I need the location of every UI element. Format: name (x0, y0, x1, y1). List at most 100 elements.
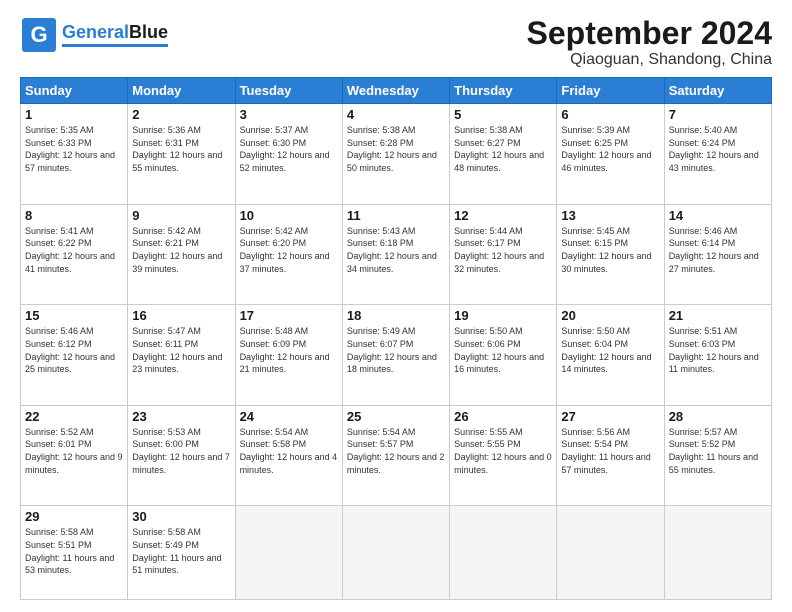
calendar-cell (235, 506, 342, 600)
svg-text:G: G (30, 22, 47, 47)
day-info: Sunrise: 5:46 AM Sunset: 6:12 PM Dayligh… (25, 325, 123, 375)
calendar-cell: 20 Sunrise: 5:50 AM Sunset: 6:04 PM Dayl… (557, 305, 664, 406)
day-number: 3 (240, 107, 338, 122)
calendar-cell: 7 Sunrise: 5:40 AM Sunset: 6:24 PM Dayli… (664, 104, 771, 205)
day-number: 16 (132, 308, 230, 323)
day-info: Sunrise: 5:53 AM Sunset: 6:00 PM Dayligh… (132, 426, 230, 476)
day-number: 4 (347, 107, 445, 122)
calendar-cell: 28 Sunrise: 5:57 AM Sunset: 5:52 PM Dayl… (664, 405, 771, 506)
day-info: Sunrise: 5:56 AM Sunset: 5:54 PM Dayligh… (561, 426, 659, 476)
calendar-cell: 22 Sunrise: 5:52 AM Sunset: 6:01 PM Dayl… (21, 405, 128, 506)
calendar-cell: 13 Sunrise: 5:45 AM Sunset: 6:15 PM Dayl… (557, 204, 664, 305)
calendar-cell: 9 Sunrise: 5:42 AM Sunset: 6:21 PM Dayli… (128, 204, 235, 305)
calendar-week-4: 22 Sunrise: 5:52 AM Sunset: 6:01 PM Dayl… (21, 405, 772, 506)
calendar-cell: 14 Sunrise: 5:46 AM Sunset: 6:14 PM Dayl… (664, 204, 771, 305)
calendar-cell: 1 Sunrise: 5:35 AM Sunset: 6:33 PM Dayli… (21, 104, 128, 205)
day-number: 7 (669, 107, 767, 122)
day-info: Sunrise: 5:57 AM Sunset: 5:52 PM Dayligh… (669, 426, 767, 476)
day-info: Sunrise: 5:39 AM Sunset: 6:25 PM Dayligh… (561, 124, 659, 174)
calendar-cell: 11 Sunrise: 5:43 AM Sunset: 6:18 PM Dayl… (342, 204, 449, 305)
day-info: Sunrise: 5:42 AM Sunset: 6:20 PM Dayligh… (240, 225, 338, 275)
calendar-cell: 16 Sunrise: 5:47 AM Sunset: 6:11 PM Dayl… (128, 305, 235, 406)
day-info: Sunrise: 5:58 AM Sunset: 5:51 PM Dayligh… (25, 526, 123, 576)
calendar-cell: 5 Sunrise: 5:38 AM Sunset: 6:27 PM Dayli… (450, 104, 557, 205)
day-info: Sunrise: 5:49 AM Sunset: 6:07 PM Dayligh… (347, 325, 445, 375)
day-info: Sunrise: 5:40 AM Sunset: 6:24 PM Dayligh… (669, 124, 767, 174)
day-info: Sunrise: 5:42 AM Sunset: 6:21 PM Dayligh… (132, 225, 230, 275)
calendar-cell: 19 Sunrise: 5:50 AM Sunset: 6:06 PM Dayl… (450, 305, 557, 406)
day-number: 11 (347, 208, 445, 223)
calendar-cell: 3 Sunrise: 5:37 AM Sunset: 6:30 PM Dayli… (235, 104, 342, 205)
day-info: Sunrise: 5:45 AM Sunset: 6:15 PM Dayligh… (561, 225, 659, 275)
day-info: Sunrise: 5:51 AM Sunset: 6:03 PM Dayligh… (669, 325, 767, 375)
day-number: 29 (25, 509, 123, 524)
logo-icon: G (20, 16, 58, 54)
day-info: Sunrise: 5:52 AM Sunset: 6:01 PM Dayligh… (25, 426, 123, 476)
col-sunday: Sunday (21, 78, 128, 104)
col-wednesday: Wednesday (342, 78, 449, 104)
day-number: 1 (25, 107, 123, 122)
day-number: 20 (561, 308, 659, 323)
calendar-header-row: Sunday Monday Tuesday Wednesday Thursday… (21, 78, 772, 104)
day-number: 30 (132, 509, 230, 524)
calendar-cell: 26 Sunrise: 5:55 AM Sunset: 5:55 PM Dayl… (450, 405, 557, 506)
col-saturday: Saturday (664, 78, 771, 104)
calendar-cell: 18 Sunrise: 5:49 AM Sunset: 6:07 PM Dayl… (342, 305, 449, 406)
day-number: 2 (132, 107, 230, 122)
day-number: 5 (454, 107, 552, 122)
logo-bar (62, 44, 168, 47)
calendar-cell: 6 Sunrise: 5:39 AM Sunset: 6:25 PM Dayli… (557, 104, 664, 205)
calendar-cell (557, 506, 664, 600)
day-number: 26 (454, 409, 552, 424)
calendar-cell (342, 506, 449, 600)
calendar-cell: 24 Sunrise: 5:54 AM Sunset: 5:58 PM Dayl… (235, 405, 342, 506)
header: G GeneralBlue September 2024 Qiaoguan, S… (20, 16, 772, 69)
day-info: Sunrise: 5:50 AM Sunset: 6:06 PM Dayligh… (454, 325, 552, 375)
day-number: 12 (454, 208, 552, 223)
page: G GeneralBlue September 2024 Qiaoguan, S… (0, 0, 792, 612)
day-info: Sunrise: 5:46 AM Sunset: 6:14 PM Dayligh… (669, 225, 767, 275)
day-number: 22 (25, 409, 123, 424)
logo: G GeneralBlue (20, 16, 168, 54)
day-number: 18 (347, 308, 445, 323)
day-number: 25 (347, 409, 445, 424)
calendar-cell: 25 Sunrise: 5:54 AM Sunset: 5:57 PM Dayl… (342, 405, 449, 506)
day-number: 28 (669, 409, 767, 424)
calendar-cell: 15 Sunrise: 5:46 AM Sunset: 6:12 PM Dayl… (21, 305, 128, 406)
calendar-cell: 27 Sunrise: 5:56 AM Sunset: 5:54 PM Dayl… (557, 405, 664, 506)
day-info: Sunrise: 5:54 AM Sunset: 5:57 PM Dayligh… (347, 426, 445, 476)
col-friday: Friday (557, 78, 664, 104)
day-number: 10 (240, 208, 338, 223)
col-monday: Monday (128, 78, 235, 104)
day-info: Sunrise: 5:44 AM Sunset: 6:17 PM Dayligh… (454, 225, 552, 275)
calendar-cell: 21 Sunrise: 5:51 AM Sunset: 6:03 PM Dayl… (664, 305, 771, 406)
day-number: 9 (132, 208, 230, 223)
day-info: Sunrise: 5:50 AM Sunset: 6:04 PM Dayligh… (561, 325, 659, 375)
calendar-cell: 17 Sunrise: 5:48 AM Sunset: 6:09 PM Dayl… (235, 305, 342, 406)
col-thursday: Thursday (450, 78, 557, 104)
day-info: Sunrise: 5:54 AM Sunset: 5:58 PM Dayligh… (240, 426, 338, 476)
day-number: 24 (240, 409, 338, 424)
day-number: 14 (669, 208, 767, 223)
day-info: Sunrise: 5:38 AM Sunset: 6:27 PM Dayligh… (454, 124, 552, 174)
day-info: Sunrise: 5:58 AM Sunset: 5:49 PM Dayligh… (132, 526, 230, 576)
col-tuesday: Tuesday (235, 78, 342, 104)
day-info: Sunrise: 5:48 AM Sunset: 6:09 PM Dayligh… (240, 325, 338, 375)
day-info: Sunrise: 5:47 AM Sunset: 6:11 PM Dayligh… (132, 325, 230, 375)
calendar-cell: 4 Sunrise: 5:38 AM Sunset: 6:28 PM Dayli… (342, 104, 449, 205)
calendar-week-1: 1 Sunrise: 5:35 AM Sunset: 6:33 PM Dayli… (21, 104, 772, 205)
calendar-cell: 29 Sunrise: 5:58 AM Sunset: 5:51 PM Dayl… (21, 506, 128, 600)
calendar-week-2: 8 Sunrise: 5:41 AM Sunset: 6:22 PM Dayli… (21, 204, 772, 305)
day-info: Sunrise: 5:41 AM Sunset: 6:22 PM Dayligh… (25, 225, 123, 275)
day-number: 15 (25, 308, 123, 323)
title-block: September 2024 Qiaoguan, Shandong, China (527, 16, 772, 69)
month-title: September 2024 (527, 16, 772, 51)
calendar-table: Sunday Monday Tuesday Wednesday Thursday… (20, 77, 772, 600)
day-info: Sunrise: 5:37 AM Sunset: 6:30 PM Dayligh… (240, 124, 338, 174)
calendar-cell (664, 506, 771, 600)
day-info: Sunrise: 5:35 AM Sunset: 6:33 PM Dayligh… (25, 124, 123, 174)
day-number: 27 (561, 409, 659, 424)
calendar-cell: 30 Sunrise: 5:58 AM Sunset: 5:49 PM Dayl… (128, 506, 235, 600)
calendar-cell: 10 Sunrise: 5:42 AM Sunset: 6:20 PM Dayl… (235, 204, 342, 305)
day-number: 6 (561, 107, 659, 122)
